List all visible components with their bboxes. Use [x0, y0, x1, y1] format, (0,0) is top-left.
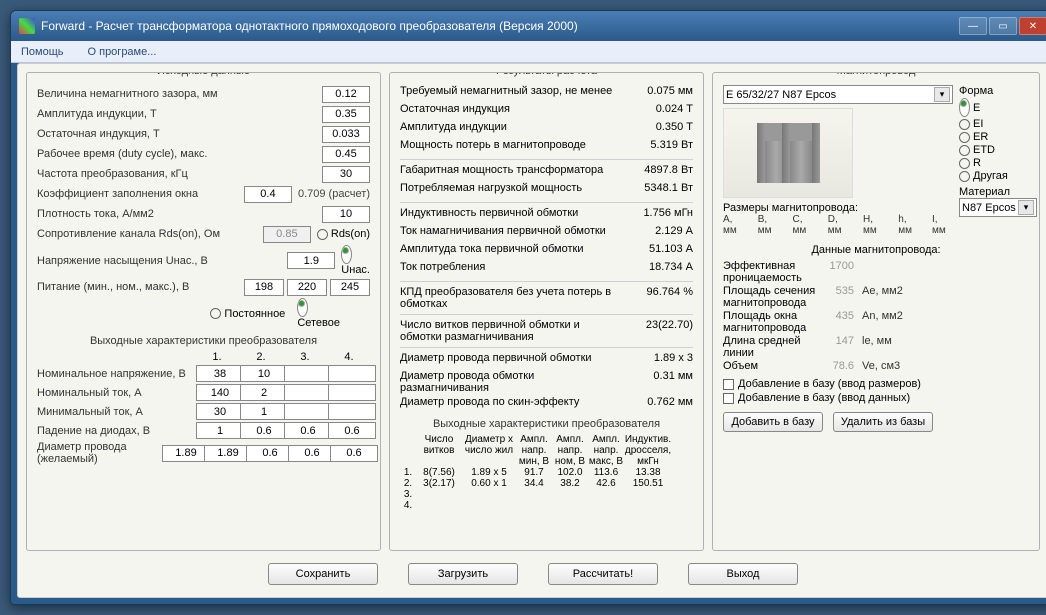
material-select[interactable]: N87 Epcos [959, 198, 1037, 217]
inp-inom-3[interactable] [284, 384, 332, 401]
out-row: 4. [400, 500, 693, 511]
chk-add-dim[interactable] [723, 379, 734, 390]
inp-dwire-pre[interactable] [162, 445, 210, 462]
inp-imin-1[interactable] [196, 403, 244, 420]
group-mag: Магнитопровод E 65/32/27 N87 Epcos Разме… [712, 72, 1040, 551]
inp-vd-4[interactable] [328, 422, 376, 439]
out-row: 1.8(7.56)1.89 x 591.7102.0113.613.38 [400, 467, 693, 478]
lbl-usat: Напряжение насыщения Uнас., В [37, 255, 287, 267]
inp-vnom-1[interactable] [196, 365, 244, 382]
inp-pwr-max[interactable] [330, 279, 370, 296]
lbl-rds: Сопротивление канала Rds(on), Ом [37, 228, 263, 240]
radio-usat[interactable] [341, 245, 352, 264]
inp-vnom-2[interactable] [240, 365, 288, 382]
inp-kfill[interactable] [244, 186, 292, 203]
inp-dwire-4[interactable] [330, 445, 378, 462]
inp-inom-1[interactable] [196, 384, 244, 401]
shape-label: Форма [959, 85, 1029, 97]
group-source: Исходные данные Величина немагнитного за… [26, 72, 381, 551]
lbl-brem: Остаточная индукция, Т [37, 128, 322, 140]
radio-shape-E[interactable] [959, 98, 970, 117]
lbl-bamp: Амплитуда индукции, Т [37, 108, 322, 120]
core-select[interactable]: E 65/32/27 N87 Epcos [723, 85, 953, 104]
menu-help[interactable]: Помощь [21, 46, 64, 58]
close-button[interactable]: ✕ [1019, 17, 1046, 35]
inp-vd-3[interactable] [284, 422, 332, 439]
group-mag-title: Магнитопровод [829, 72, 924, 77]
lbl-duty: Рабочее время (duty cycle), макс. [37, 148, 322, 160]
inp-pwr-nom[interactable] [287, 279, 327, 296]
inp-inom-2[interactable] [240, 384, 288, 401]
mat-label: Материал [959, 186, 1029, 198]
inp-imin-3[interactable] [284, 403, 332, 420]
btn-exit[interactable]: Выход [688, 563, 798, 585]
inp-dwire-3[interactable] [288, 445, 336, 462]
inp-duty[interactable] [322, 146, 370, 163]
lbl-pwr: Питание (мин., ном., макс.), В [37, 281, 244, 293]
inp-pwr-min[interactable] [244, 279, 284, 296]
app-window: Forward - Расчет трансформатора однотакт… [10, 10, 1046, 605]
radio-shape-ER[interactable] [959, 132, 970, 143]
group-results-title: Результаты расчета [488, 72, 605, 77]
titlebar: Forward - Расчет трансформатора однотакт… [11, 11, 1046, 41]
out-row: 2.3(2.17)0.60 x 134.438.242.6150.51 [400, 478, 693, 489]
radio-shape-Другая[interactable] [959, 171, 970, 182]
minimize-button[interactable]: — [959, 17, 987, 35]
chk-add-data[interactable] [723, 393, 734, 404]
inp-imin-2[interactable] [240, 403, 288, 420]
dim-title: Размеры магнитопровода: [723, 202, 953, 214]
btn-save[interactable]: Сохранить [268, 563, 378, 585]
inp-dwire-1[interactable] [204, 445, 252, 462]
btn-del-db[interactable]: Удалить из базы [833, 412, 933, 432]
btn-load[interactable]: Загрузить [408, 563, 518, 585]
out-row: 3. [400, 489, 693, 500]
lbl-kfill: Коэффициент заполнения окна [37, 188, 244, 200]
menu-about[interactable]: О програме... [88, 46, 157, 58]
btn-calc[interactable]: Рассчитать! [548, 563, 658, 585]
inp-inom-4[interactable] [328, 384, 376, 401]
body: Исходные данные Величина немагнитного за… [17, 63, 1046, 598]
inp-brem[interactable] [322, 126, 370, 143]
group-results: Результаты расчета Требуемый немагнитный… [389, 72, 704, 551]
inp-vnom-3[interactable] [284, 365, 332, 382]
lbl-freq: Частота преобразования, кГц [37, 168, 322, 180]
lbl-jden: Плотность тока, А/мм2 [37, 208, 322, 220]
btn-add-db[interactable]: Добавить в базу [723, 412, 823, 432]
window-title: Forward - Расчет трансформатора однотакт… [41, 19, 578, 33]
inp-rds [263, 226, 311, 243]
radio-dc[interactable] [210, 308, 221, 319]
radio-shape-R[interactable] [959, 158, 970, 169]
inp-vd-2[interactable] [240, 422, 288, 439]
maximize-button[interactable]: ▭ [989, 17, 1017, 35]
inp-usat[interactable] [287, 252, 335, 269]
inp-dwire-2[interactable] [246, 445, 294, 462]
core-image [723, 108, 853, 198]
inp-imin-4[interactable] [328, 403, 376, 420]
inp-bamp[interactable] [322, 106, 370, 123]
inp-vd-1[interactable] [196, 422, 244, 439]
bottom-buttons: Сохранить Загрузить Рассчитать! Выход [26, 559, 1040, 589]
magdata-title: Данные магнитопровода: [723, 244, 1029, 256]
lbl-gap: Величина немагнитного зазора, мм [37, 88, 322, 100]
res-out-title: Выходные характеристики преобразователя [400, 418, 693, 430]
hint-kfill: 0.709 (расчет) [298, 188, 370, 200]
radio-shape-ETD[interactable] [959, 145, 970, 156]
inp-freq[interactable] [322, 166, 370, 183]
group-source-title: Исходные данные [149, 72, 258, 77]
radio-shape-EI[interactable] [959, 119, 970, 130]
src-out-title: Выходные характеристики преобразователя [37, 335, 370, 347]
inp-gap[interactable] [322, 86, 370, 103]
radio-ac[interactable] [297, 298, 308, 317]
radio-rds[interactable] [317, 229, 328, 240]
app-icon [19, 18, 35, 34]
inp-vnom-4[interactable] [328, 365, 376, 382]
menubar: Помощь О програме... [11, 41, 1046, 63]
inp-jden[interactable] [322, 206, 370, 223]
